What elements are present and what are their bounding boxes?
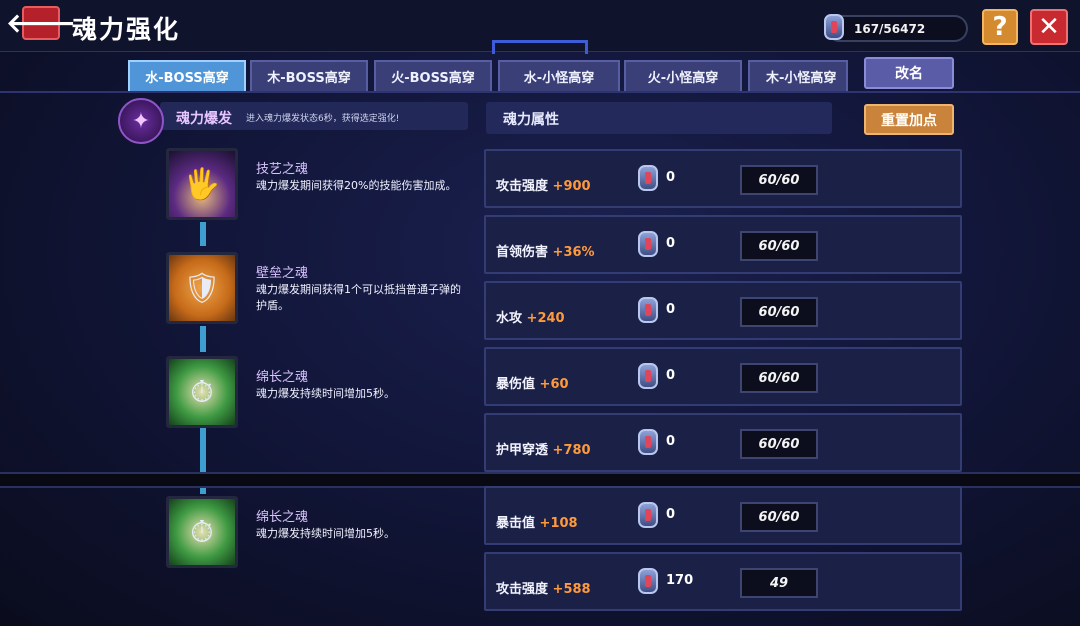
skill-connector <box>200 326 206 352</box>
tab-label: 木-小怪高穿 <box>766 71 837 86</box>
rename-button[interactable]: 改名 <box>864 57 954 89</box>
attribute-label: 暴伤值 +60 <box>496 377 569 392</box>
attribute-row: 首领伤害 +36% 0 60/60 <box>484 215 962 274</box>
skill-name: 绵长之魂 <box>256 510 309 525</box>
skill-description: 魂力爆发持续时间增加5秒。 <box>256 387 395 400</box>
tab-fire-boss[interactable]: 火-BOSS高穿 <box>374 60 492 91</box>
skill-description: 魂力爆发期间获得20%的技能伤害加成。 <box>256 179 457 192</box>
skill-slot-2[interactable]: 🛡 <box>166 252 238 324</box>
clock-icon: ⏱ <box>190 514 214 550</box>
attribute-level-box[interactable]: 49 <box>740 568 818 598</box>
attribute-points: 0 <box>666 434 676 449</box>
skill-name: 绵长之魂 <box>256 370 309 385</box>
back-button[interactable]: 🡐 <box>6 6 76 40</box>
soul-gem-icon <box>824 14 844 40</box>
soul-burst-icon: ✦ <box>118 98 164 144</box>
attribute-points: 0 <box>666 236 676 251</box>
attribute-level-box[interactable]: 60/60 <box>740 297 818 327</box>
soul-gem-icon <box>638 429 658 455</box>
skill-connector <box>200 222 206 246</box>
skill-description: 魂力爆发持续时间增加5秒。 <box>256 527 395 540</box>
attribute-label: 首领伤害 +36% <box>496 245 595 260</box>
tab-water-minion[interactable]: 水-小怪高穿 <box>498 60 620 91</box>
skill-name: 技艺之魂 <box>256 162 309 177</box>
help-button[interactable]: ? <box>982 9 1018 45</box>
tab-underline <box>0 91 1080 93</box>
attribute-row: 护甲穿透 +780 0 60/60 <box>484 413 962 472</box>
attribute-label: 护甲穿透 +780 <box>496 443 591 458</box>
decor-bracket <box>492 40 588 54</box>
soul-gem-icon <box>638 568 658 594</box>
tab-water-boss[interactable]: 水-BOSS高穿 <box>128 60 246 91</box>
soul-gem-icon <box>638 165 658 191</box>
attribute-label: 水攻 +240 <box>496 311 565 326</box>
back-arrow-icon: 🡐 <box>6 8 76 39</box>
skill-slot-3[interactable]: ⏱ <box>166 356 238 428</box>
attribute-level-box[interactable]: 60/60 <box>740 231 818 261</box>
tab-label: 水-小怪高穿 <box>523 71 595 86</box>
game-screen: 🡐 魂力强化 167/56472 ? ✕ 水-BOSS高穿 木-BOSS高穿 火… <box>0 0 1080 626</box>
attribute-level-box[interactable]: 60/60 <box>740 502 818 532</box>
attribute-label: 攻击强度 +588 <box>496 582 591 597</box>
tab-label: 木-BOSS高穿 <box>267 71 351 86</box>
tab-label: 火-小怪高穿 <box>647 71 719 86</box>
attribute-points: 0 <box>666 368 676 383</box>
soul-gem-icon <box>638 502 658 528</box>
tab-wood-boss[interactable]: 木-BOSS高穿 <box>250 60 368 91</box>
tab-label: 火-BOSS高穿 <box>391 71 475 86</box>
attribute-points: 170 <box>666 573 694 588</box>
attribute-row: 暴击值 +108 0 60/60 <box>484 486 962 545</box>
tab-wood-minion[interactable]: 木-小怪高穿 <box>748 60 848 91</box>
shield-icon: 🛡 <box>182 270 222 306</box>
page-title: 魂力强化 <box>72 15 181 44</box>
attribute-header-label: 魂力属性 <box>503 112 559 128</box>
attribute-row: 水攻 +240 0 60/60 <box>484 281 962 340</box>
attribute-label: 暴击值 +108 <box>496 516 578 531</box>
skill-slot-1[interactable]: 🖐 <box>166 148 238 220</box>
skill-slot-4[interactable]: ⏱ <box>166 496 238 568</box>
attribute-points: 0 <box>666 170 676 185</box>
attribute-level-box[interactable]: 60/60 <box>740 165 818 195</box>
reset-points-button[interactable]: 重置加点 <box>864 104 954 135</box>
currency-value: 167/56472 <box>854 22 926 36</box>
attribute-level-box[interactable]: 60/60 <box>740 429 818 459</box>
burst-title: 魂力爆发 <box>176 111 232 127</box>
attribute-row: 暴伤值 +60 0 60/60 <box>484 347 962 406</box>
attribute-points: 0 <box>666 507 676 522</box>
burst-description: 进入魂力爆发状态6秒，获得选定强化! <box>246 114 400 124</box>
attribute-row: 攻击强度 +900 0 60/60 <box>484 149 962 208</box>
soul-gem-icon <box>638 231 658 257</box>
attribute-points: 0 <box>666 302 676 317</box>
attribute-level-box[interactable]: 60/60 <box>740 363 818 393</box>
close-icon: ✕ <box>1038 12 1060 42</box>
tab-label: 水-BOSS高穿 <box>145 71 229 86</box>
claw-icon: 🖐 <box>183 166 221 202</box>
soul-currency: 167/56472 <box>824 14 968 42</box>
question-icon: ? <box>992 12 1008 42</box>
skill-description: 魂力爆发期间获得1个可以抵挡普通子弹的护盾。 <box>256 283 461 312</box>
clock-icon: ⏱ <box>190 374 214 410</box>
skill-connector <box>200 428 206 474</box>
soul-gem-icon <box>638 363 658 389</box>
attribute-label: 攻击强度 +900 <box>496 179 591 194</box>
tab-fire-minion[interactable]: 火-小怪高穿 <box>624 60 742 91</box>
attribute-row: 攻击强度 +588 170 49 <box>484 552 962 611</box>
close-button[interactable]: ✕ <box>1030 9 1068 45</box>
soul-gem-icon <box>638 297 658 323</box>
skill-name: 壁垒之魂 <box>256 266 309 281</box>
skill-connector <box>200 488 206 494</box>
